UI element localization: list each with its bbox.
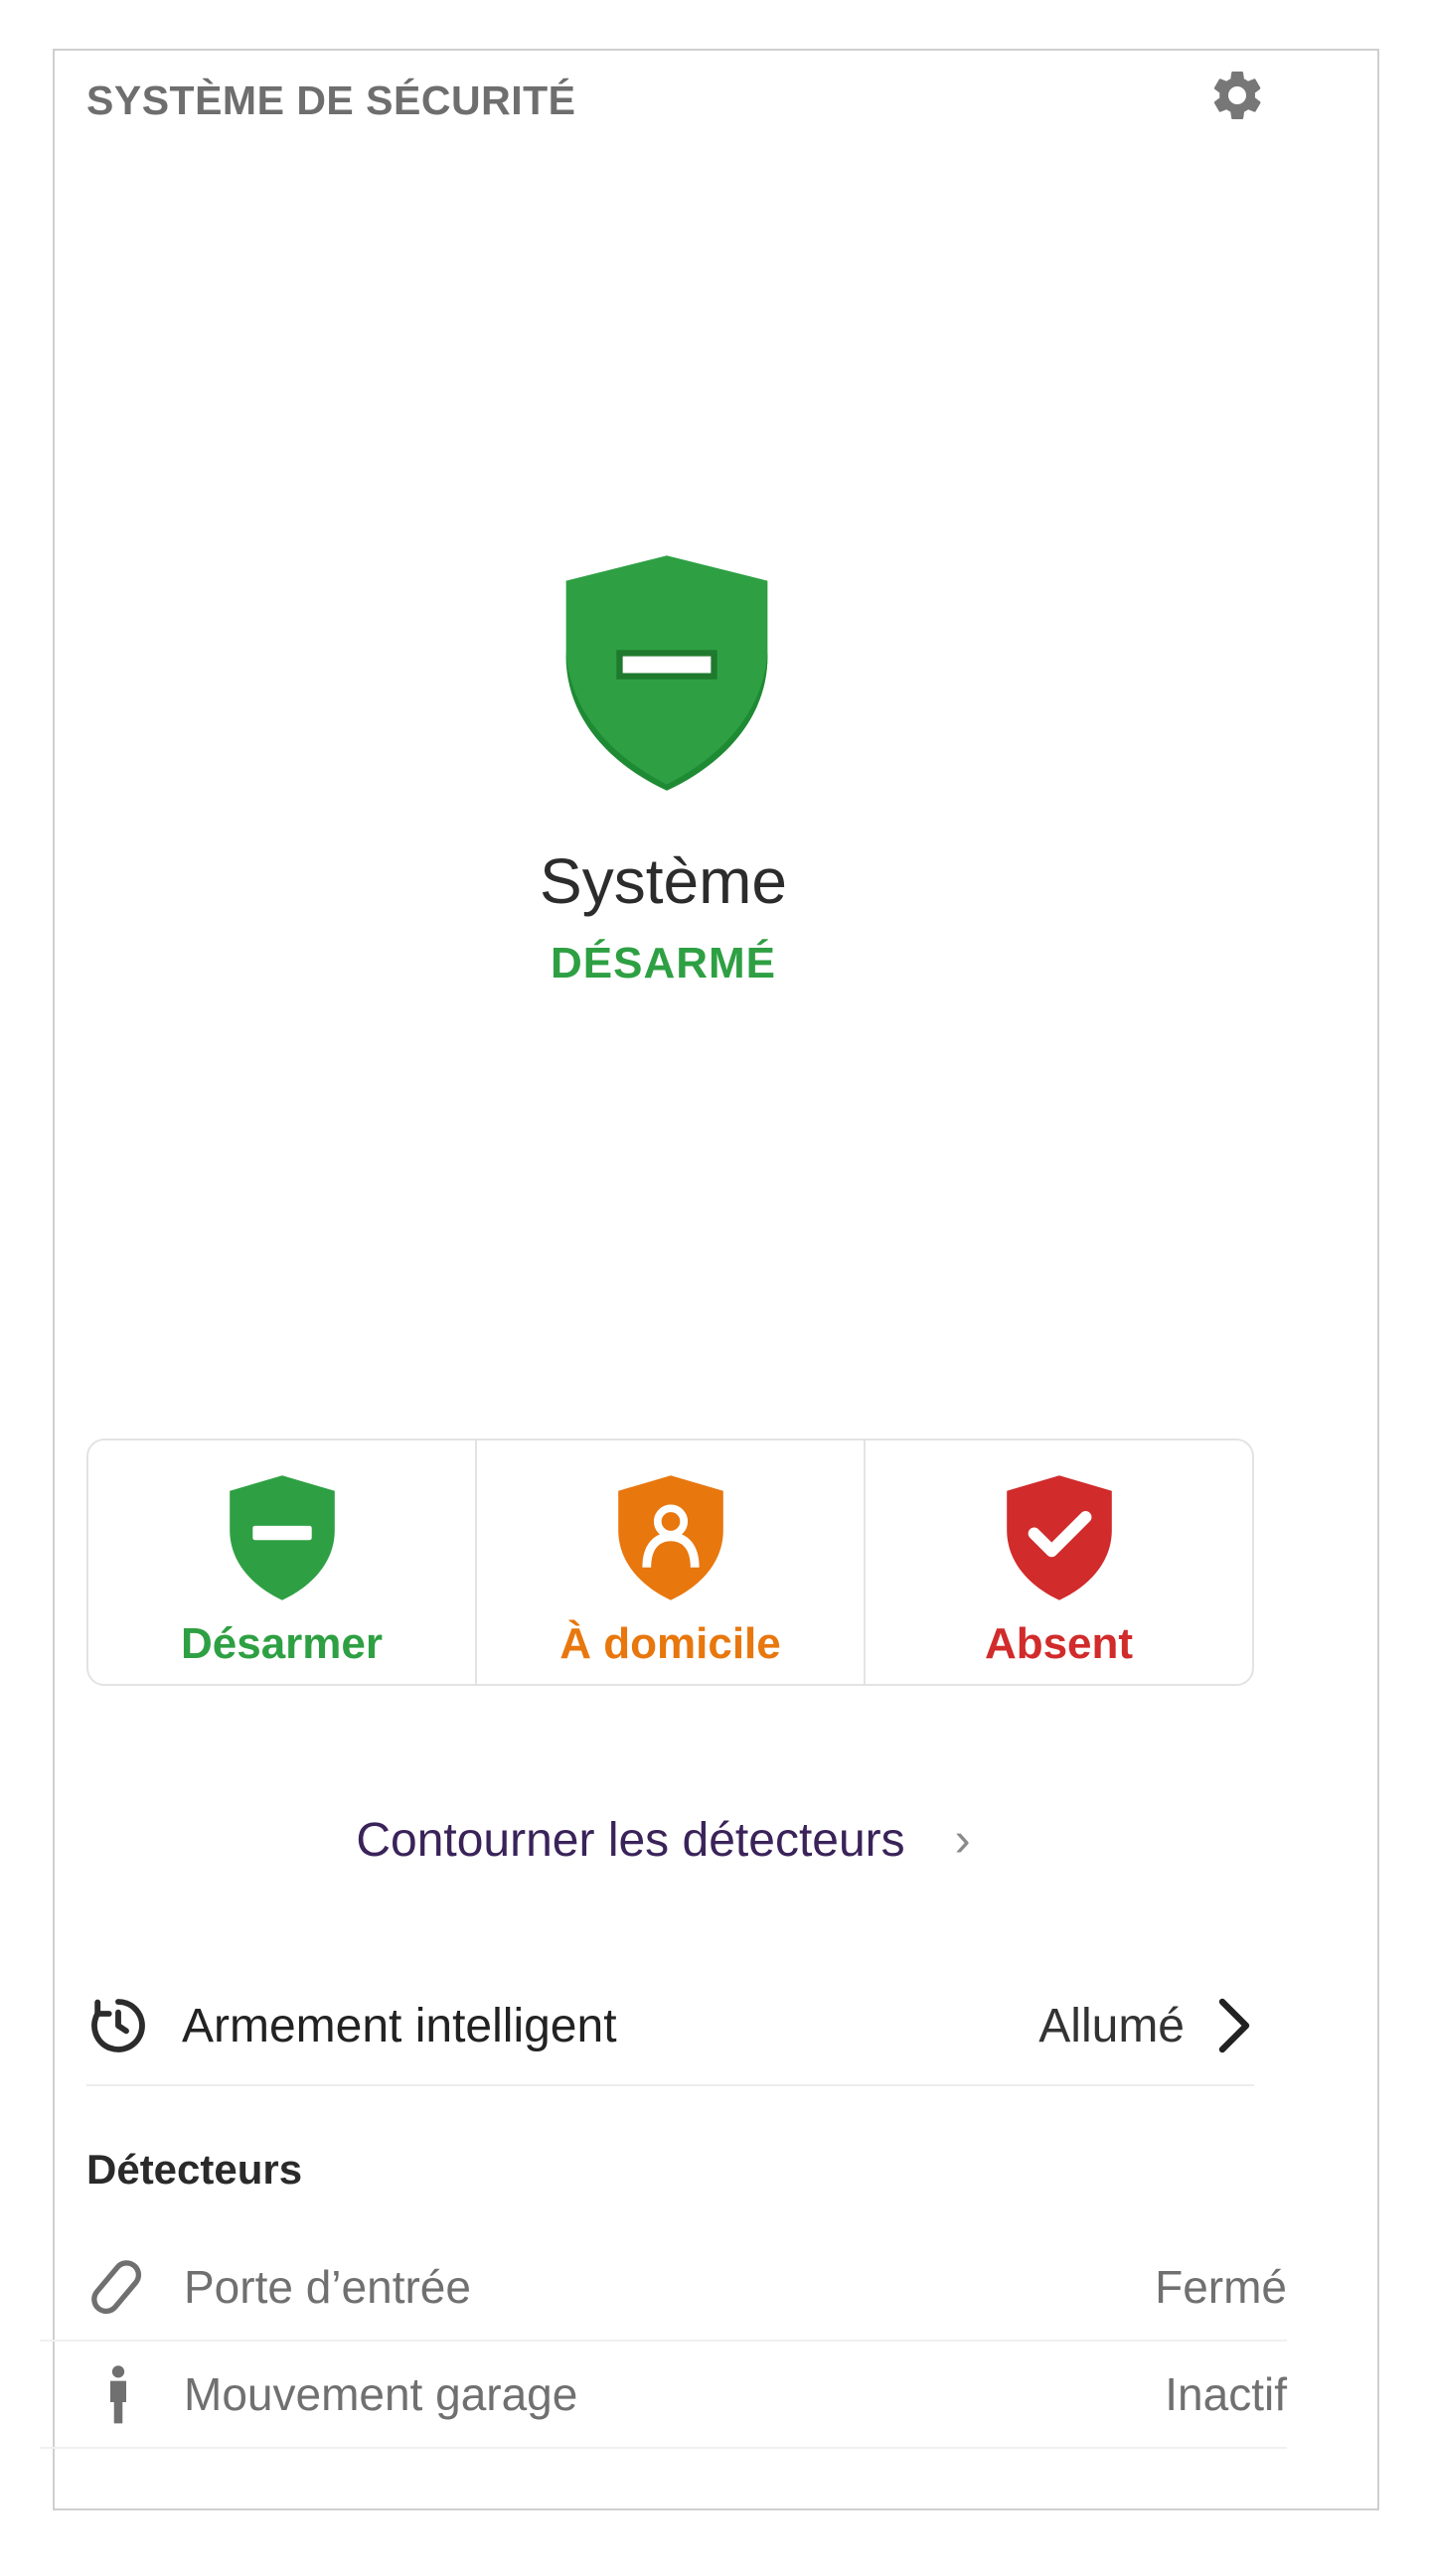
smart-arming-value: Allumé <box>1038 1999 1185 2052</box>
sensor-row-garage-motion[interactable]: Mouvement garage Inactif <box>40 2342 1287 2449</box>
motion-person-icon <box>110 2365 126 2424</box>
disarm-label: Désarmer <box>180 1619 384 1668</box>
away-button[interactable]: Absent <box>866 1440 1252 1684</box>
chevron-right-icon <box>1218 1998 1250 2053</box>
system-title: Système <box>540 845 787 917</box>
system-status: DÉSARMÉ <box>550 939 777 987</box>
shield-person-icon <box>617 1475 723 1600</box>
timer-icon <box>91 1999 145 2052</box>
disarm-button[interactable]: Désarmer <box>88 1440 477 1684</box>
bypass-sensors-link[interactable]: Contourner les détecteurs › <box>0 1813 1327 1868</box>
bypass-sensors-label: Contourner les détecteurs <box>356 1814 905 1867</box>
page-title: SYSTÈME DE SÉCURITÉ <box>86 77 576 123</box>
home-button[interactable]: À domicile <box>477 1440 866 1684</box>
away-label: Absent <box>984 1619 1134 1668</box>
sensor-name: Mouvement garage <box>184 2368 578 2420</box>
sensor-state: Inactif <box>1165 2368 1287 2420</box>
smart-arming-row[interactable]: Armement intelligent Allumé <box>86 1967 1254 2086</box>
smart-arming-label: Armement intelligent <box>182 1999 617 2052</box>
gear-icon[interactable] <box>1207 66 1267 125</box>
door-sensor-icon <box>91 2260 142 2315</box>
sensor-name: Porte d’entrée <box>184 2261 471 2313</box>
shield-minus-icon <box>229 1475 335 1600</box>
sensors-section-title: Détecteurs <box>86 2146 303 2193</box>
shield-check-icon <box>1006 1475 1112 1600</box>
mode-selector: Désarmer À domicile Absent <box>86 1439 1254 1686</box>
sensor-state: Fermé <box>1155 2261 1287 2313</box>
shield-minus-icon <box>565 555 768 791</box>
sensor-row-front-door[interactable]: Porte d’entrée Fermé <box>40 2234 1287 2342</box>
home-label: À domicile <box>559 1619 781 1668</box>
security-panel <box>53 49 1379 2510</box>
chevron-right-icon: › <box>954 1814 971 1867</box>
